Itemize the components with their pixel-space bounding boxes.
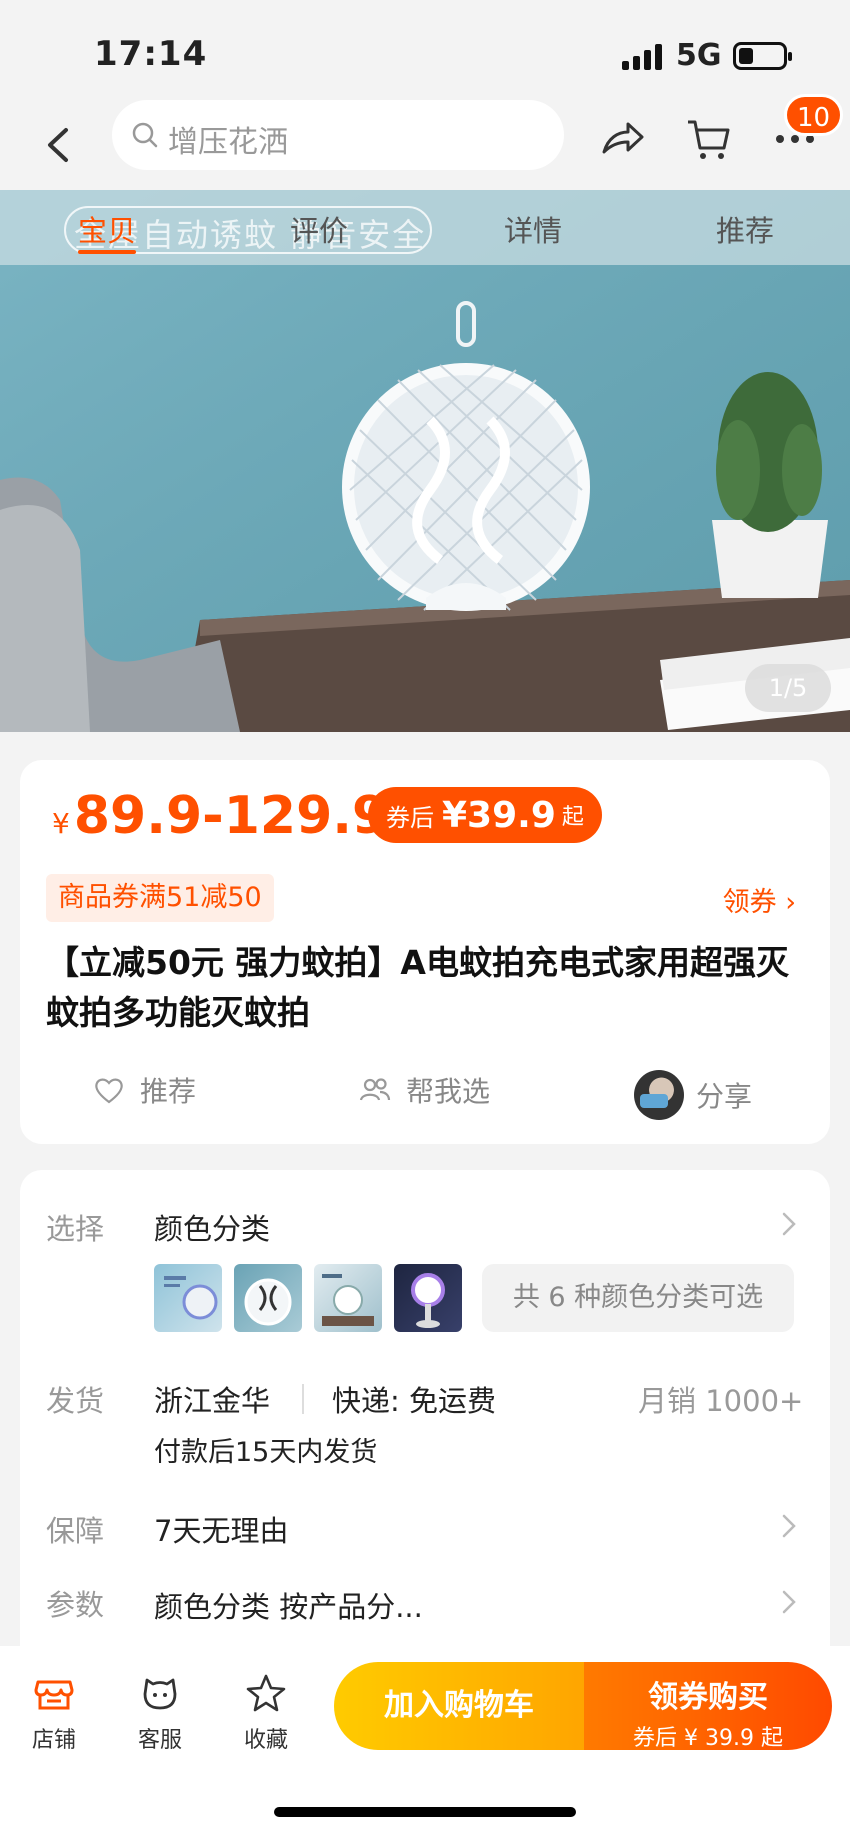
params-value[interactable]: 颜色分类 按产品分... bbox=[154, 1584, 423, 1626]
cart-icon[interactable] bbox=[684, 114, 734, 164]
variant-thumbnail[interactable] bbox=[314, 1264, 382, 1332]
chevron-right-icon[interactable] bbox=[780, 1588, 798, 1616]
variant-thumbnail[interactable] bbox=[154, 1264, 222, 1332]
details-card: 选择 颜色分类 共 6 种颜色分类可选 发货 浙江金华 快递: 免运费 月销 1… bbox=[20, 1170, 830, 1650]
buy-sub-label: 券后 ¥ 39.9 起 bbox=[633, 1726, 783, 1751]
tab-baby[interactable]: 宝贝 bbox=[78, 208, 136, 250]
network-label: 5G bbox=[676, 38, 722, 73]
search-placeholder: 增压花洒 bbox=[168, 125, 288, 160]
people-icon bbox=[359, 1078, 391, 1101]
star-icon bbox=[246, 1674, 286, 1712]
top-nav: 增压花洒 10 bbox=[0, 94, 850, 190]
customer-service-button[interactable]: 客服 bbox=[120, 1672, 200, 1754]
product-title: 【立减50元 强力蚊拍】A电蚊拍充电式家用超强灭蚊拍多功能灭蚊拍 bbox=[46, 943, 789, 1032]
buy-label: 领券购买 bbox=[648, 1680, 768, 1715]
cart-badge: 10 bbox=[784, 94, 844, 136]
chat-face-icon bbox=[143, 1678, 177, 1710]
share-button[interactable]: 分享 bbox=[634, 1070, 752, 1120]
store-button[interactable]: 店铺 bbox=[14, 1672, 94, 1754]
after-coupon-suffix: 起 bbox=[561, 805, 584, 830]
shipping-label: 发货 bbox=[46, 1384, 105, 1418]
shipping-express: 快递: 免运费 bbox=[332, 1384, 496, 1418]
guarantee-value[interactable]: 7天无理由 bbox=[154, 1508, 288, 1550]
variants-more-button[interactable]: 共 6 种颜色分类可选 bbox=[482, 1264, 794, 1332]
tab-recommend[interactable]: 推荐 bbox=[716, 208, 774, 250]
tab-active-indicator bbox=[78, 250, 136, 254]
tab-details[interactable]: 详情 bbox=[504, 208, 562, 250]
product-image-carousel[interactable]: 全屋自动诱蚊 静音安全 宝贝 评价 详情 推荐 1/5 bbox=[0, 190, 850, 732]
coupon-tag[interactable]: 商品券满51减50 bbox=[46, 874, 274, 922]
variant-thumbnail[interactable] bbox=[234, 1264, 302, 1332]
price-value: 89.9-129.9 bbox=[73, 786, 389, 846]
store-icon bbox=[34, 1680, 74, 1710]
divider bbox=[302, 1384, 304, 1414]
shipping-origin: 浙江金华 bbox=[154, 1384, 271, 1418]
select-value[interactable]: 颜色分类 bbox=[154, 1206, 270, 1248]
search-icon bbox=[132, 122, 158, 148]
battery-icon bbox=[733, 42, 792, 70]
help-choose-button[interactable]: 帮我选 bbox=[358, 1070, 490, 1110]
favorite-button[interactable]: 收藏 bbox=[226, 1672, 306, 1754]
status-time: 17:14 bbox=[94, 34, 208, 74]
price-range: ¥89.9-129.9 bbox=[52, 786, 388, 846]
shipping-time: 付款后15天内发货 bbox=[154, 1437, 378, 1468]
guarantee-label: 保障 bbox=[46, 1514, 105, 1548]
price-card: ¥89.9-129.9 券后 ¥39.9 起 商品券满51减50 领券 › 【立… bbox=[20, 760, 830, 1144]
variant-thumbnail[interactable] bbox=[394, 1264, 462, 1332]
params-label: 参数 bbox=[46, 1588, 105, 1622]
share-label: 分享 bbox=[696, 1080, 753, 1113]
add-to-cart-button[interactable]: 加入购物车 bbox=[334, 1662, 584, 1750]
search-input[interactable]: 增压花洒 bbox=[112, 100, 564, 170]
customer-service-label: 客服 bbox=[137, 1728, 182, 1753]
recommend-button[interactable]: 推荐 bbox=[92, 1070, 196, 1110]
share-icon[interactable] bbox=[598, 114, 648, 164]
recommend-label: 推荐 bbox=[140, 1075, 197, 1108]
after-coupon-value: ¥39.9 bbox=[442, 794, 556, 836]
heart-icon bbox=[95, 1078, 123, 1104]
back-icon[interactable] bbox=[38, 118, 78, 172]
after-coupon-label: 券后 bbox=[386, 803, 434, 832]
chevron-right-icon[interactable] bbox=[780, 1210, 798, 1238]
product-photo bbox=[0, 190, 850, 732]
chevron-right-icon[interactable] bbox=[780, 1512, 798, 1540]
monthly-sales: 月销 1000+ bbox=[638, 1384, 804, 1418]
signal-icon bbox=[622, 44, 664, 70]
buy-with-coupon-button[interactable]: 领券购买 券后 ¥ 39.9 起 bbox=[584, 1662, 832, 1751]
section-tabs: 全屋自动诱蚊 静音安全 宝贝 评价 详情 推荐 bbox=[0, 190, 850, 265]
select-label: 选择 bbox=[46, 1212, 105, 1246]
favorite-label: 收藏 bbox=[243, 1728, 288, 1753]
store-label: 店铺 bbox=[31, 1728, 76, 1753]
get-coupon-link[interactable]: 领券 › bbox=[723, 880, 796, 919]
image-page-indicator: 1/5 bbox=[745, 664, 831, 712]
tab-reviews[interactable]: 评价 bbox=[290, 208, 348, 250]
price-currency: ¥ bbox=[52, 807, 70, 840]
home-indicator bbox=[274, 1807, 576, 1817]
help-choose-label: 帮我选 bbox=[406, 1075, 491, 1108]
avatar bbox=[634, 1070, 684, 1120]
status-bar: 17:14 5G bbox=[0, 0, 850, 100]
after-coupon-price-badge: 券后 ¥39.9 起 bbox=[368, 787, 602, 843]
product-page: 17:14 5G 增压花洒 10 全屋自动诱蚊 静音安全 宝贝 评价 详情 推荐… bbox=[0, 0, 850, 1839]
